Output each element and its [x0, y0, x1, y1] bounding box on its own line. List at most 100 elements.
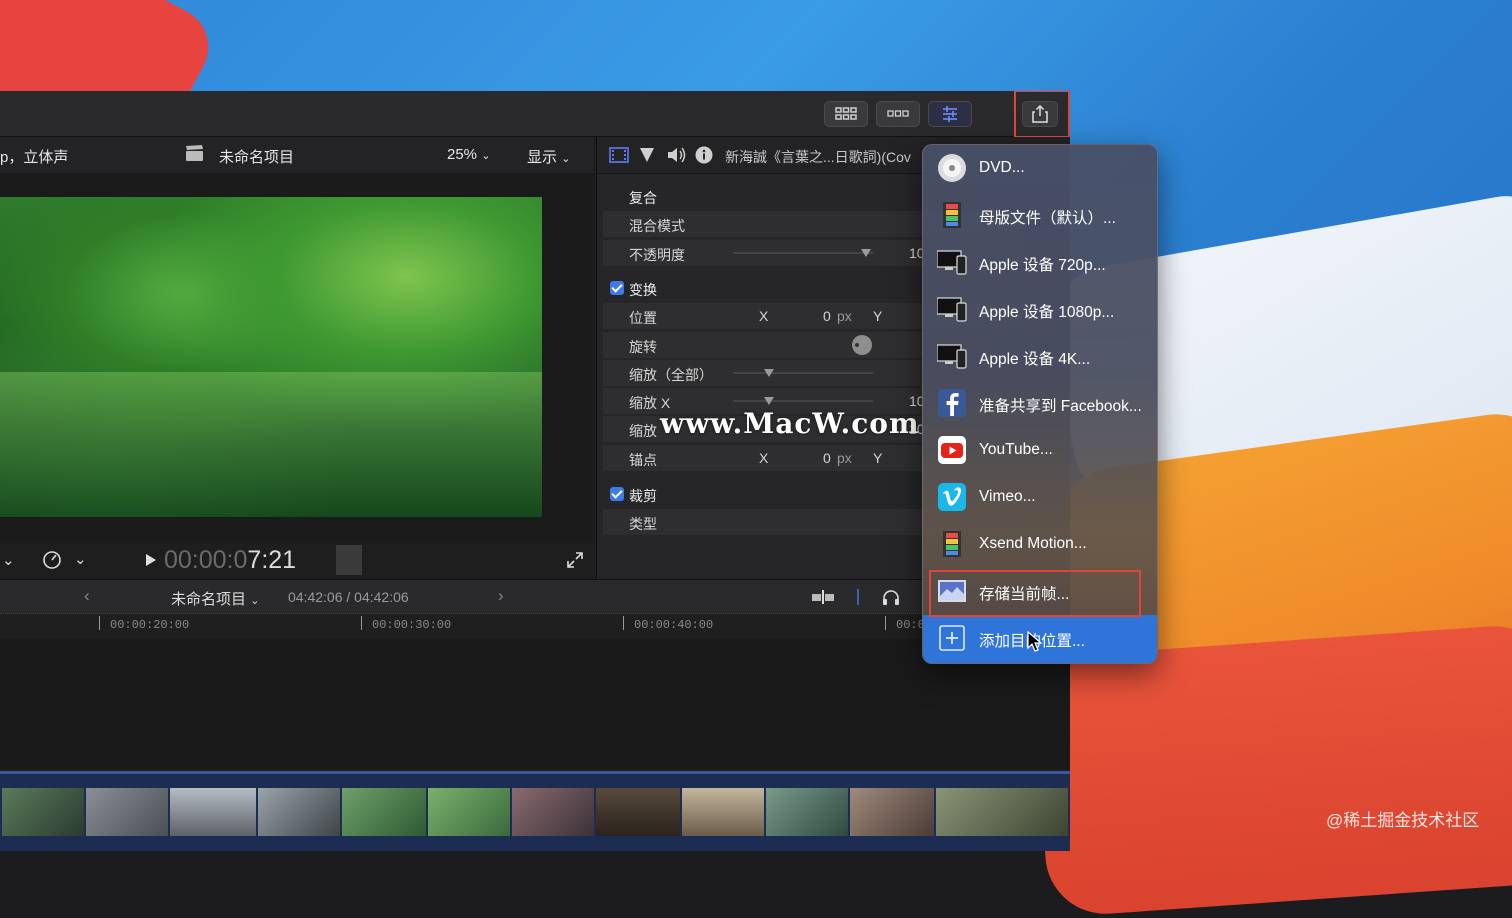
zoom-menu[interactable]: 25% ⌄ [447, 146, 490, 163]
crop-checkbox[interactable] [610, 487, 624, 501]
menu-item-youtube[interactable]: YouTube... [923, 427, 1157, 474]
menu-item-apple-1080p[interactable]: Apple 设备 1080p... [923, 286, 1157, 333]
anchor-x-value[interactable]: 0 [823, 450, 831, 466]
timeline-view-button[interactable] [876, 101, 920, 127]
history-forward-icon[interactable]: › [498, 586, 504, 606]
speed-icon[interactable] [42, 549, 64, 576]
share-button-highlight [1014, 91, 1070, 138]
grid-icon [835, 107, 857, 120]
timeline-clip-filmstrip[interactable] [0, 771, 1070, 851]
view-menu-label: 显示 [527, 149, 558, 166]
clip-title: 新海誠《言葉之...日歌詞)(Cov [725, 149, 911, 165]
mouse-cursor-icon [1027, 631, 1043, 652]
fullscreen-icon[interactable] [566, 551, 584, 574]
toolbar [0, 91, 1070, 138]
apple-devices-icon [937, 297, 967, 322]
clip-thumbnail[interactable] [342, 788, 426, 836]
chevron-down-icon: ⌄ [481, 150, 491, 162]
rotation-dial[interactable] [852, 335, 872, 355]
rotation-label: 旋转 [629, 339, 657, 355]
menu-item-master-file[interactable]: 母版文件（默认）... [923, 192, 1157, 239]
crop-type-label: 类型 [629, 516, 657, 532]
audio-inspector-icon[interactable] [667, 146, 687, 167]
video-inspector-icon[interactable] [609, 147, 629, 166]
speed-chevron-icon[interactable]: ⌄ [74, 550, 87, 568]
clip-thumbnail[interactable] [170, 788, 256, 836]
facebook-icon [938, 389, 966, 417]
anchor-label: 锚点 [629, 452, 657, 468]
clip-thumbnail[interactable] [682, 788, 764, 836]
skimming-icon[interactable] [812, 590, 834, 608]
browser-view-button[interactable] [824, 101, 868, 127]
timecode-dim: 00:00:0 [164, 546, 248, 574]
sliders-icon [943, 106, 957, 122]
timeline-project-menu[interactable]: 未命名项目 ⌄ [171, 588, 259, 609]
ruler-tick: 00:0 [885, 616, 925, 632]
color-inspector-icon[interactable] [639, 147, 655, 166]
timecode-display[interactable]: 00:00:07:21 [164, 546, 296, 575]
clip-thumbnail[interactable] [428, 788, 510, 836]
chevron-down-icon: ⌄ [250, 595, 260, 607]
menu-item-xsend-motion[interactable]: Xsend Motion... [923, 521, 1157, 568]
scale-all-label: 缩放（全部） [629, 367, 713, 383]
video-frame[interactable] [0, 197, 542, 517]
transform-label: 变换 [629, 282, 657, 298]
anchor-unit: px [837, 450, 852, 466]
inspector-toggle-button[interactable] [928, 101, 972, 127]
scale-x-knob[interactable] [764, 397, 774, 405]
timeline-duration: 04:42:06 / 04:42:06 [288, 589, 409, 605]
clip-thumbnail[interactable] [2, 788, 84, 836]
menu-item-vimeo[interactable]: Vimeo... [923, 474, 1157, 521]
clip-thumbnail[interactable] [86, 788, 168, 836]
opacity-slider[interactable] [733, 252, 873, 254]
clapper-icon [186, 145, 204, 165]
clip-thumbnail[interactable] [512, 788, 594, 836]
headphones-icon[interactable] [882, 589, 900, 609]
transform-checkbox[interactable] [610, 281, 624, 295]
youtube-icon [938, 436, 966, 464]
tool-chevron-icon[interactable]: ⌄ [2, 551, 15, 569]
menu-item-dvd[interactable]: DVD... [923, 145, 1157, 192]
credit-text: @稀土掘金技术社区 [1326, 811, 1480, 830]
clip-thumbnail[interactable] [766, 788, 848, 836]
master-file-icon [943, 202, 961, 228]
opacity-label: 不透明度 [629, 247, 685, 263]
anchor-y-label: Y [873, 450, 883, 466]
timeline-header: ‹ 未命名项目 ⌄ 04:42:06 / 04:42:06 › [0, 579, 1070, 615]
crop-label: 裁剪 [629, 488, 657, 504]
menu-item-facebook[interactable]: 准备共享到 Facebook... [923, 380, 1157, 427]
timeline-body[interactable] [0, 639, 1070, 769]
clip-thumbnail[interactable] [936, 788, 1068, 836]
clip-thumbnail[interactable] [596, 788, 680, 836]
add-destination-icon [939, 625, 965, 651]
apple-devices-icon [937, 250, 967, 275]
history-back-icon[interactable]: ‹ [84, 586, 90, 606]
position-x-value[interactable]: 0 [823, 308, 831, 324]
composite-label: 复合 [629, 190, 657, 206]
info-inspector-icon[interactable] [695, 146, 713, 167]
scale-all-knob[interactable] [764, 369, 774, 377]
position-label: 位置 [629, 310, 657, 326]
menu-item-apple-4k[interactable]: Apple 设备 4K... [923, 333, 1157, 380]
format-label: p，立体声 [0, 149, 69, 166]
scale-x-slider[interactable] [733, 400, 873, 402]
view-menu[interactable]: 显示 ⌄ [527, 146, 570, 167]
menu-item-label: Apple 设备 4K... [979, 351, 1091, 368]
audio-skimming-icon[interactable] [857, 589, 859, 605]
menu-item-apple-720p[interactable]: Apple 设备 720p... [923, 239, 1157, 286]
watermark-text: www.MacW.com [660, 407, 920, 440]
ruler-tick: 00:00:40:00 [622, 616, 714, 632]
clip-thumbnail[interactable] [258, 788, 340, 836]
play-icon[interactable] [145, 553, 157, 572]
timeline-ruler[interactable]: 00:00:20:00 00:00:30:00 00:00:40:00 00:0 [0, 613, 1070, 640]
anchor-x-label: X [759, 450, 769, 466]
video-water-region [0, 372, 542, 517]
vimeo-icon [938, 483, 966, 511]
timeline-project-name: 未命名项目 [171, 591, 247, 608]
scale-all-slider[interactable] [733, 372, 873, 374]
menu-item-label: DVD... [979, 159, 1025, 176]
clip-thumbnail[interactable] [850, 788, 934, 836]
ruler-tick: 00:00:30:00 [360, 616, 452, 632]
menu-item-label: Apple 设备 1080p... [979, 304, 1115, 321]
opacity-slider-knob[interactable] [861, 249, 871, 257]
